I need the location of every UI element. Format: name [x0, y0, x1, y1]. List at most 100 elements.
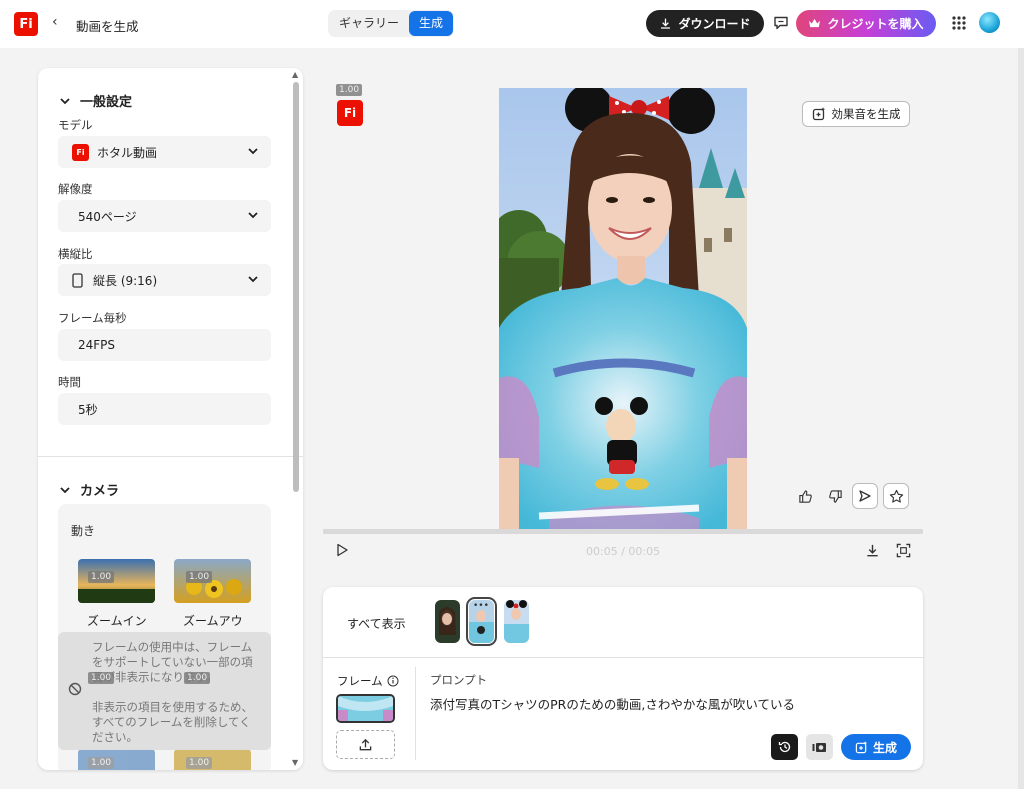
section-divider	[38, 456, 303, 457]
info-icon[interactable]	[387, 675, 399, 687]
tab-generate[interactable]: 生成	[409, 11, 454, 36]
model-label: モデル	[58, 118, 93, 132]
duration-value: 5秒	[78, 402, 98, 417]
buy-credits-label: クレジットを購入	[827, 17, 924, 31]
prompt-input[interactable]: 添付写真のTシャツのPRのための動画,さわやかな風が吹いている	[430, 694, 900, 713]
fps-value: 24FPS	[78, 338, 116, 352]
style-settings-button[interactable]	[806, 734, 833, 760]
share-button[interactable]	[852, 483, 878, 509]
video-time: 00:05 / 00:05	[586, 545, 660, 558]
general-settings-header[interactable]: 一般設定	[60, 91, 132, 110]
model-value: ホタル動画	[97, 145, 158, 160]
chevron-down-icon	[60, 486, 70, 493]
aspect-label: 横縦比	[58, 247, 93, 261]
camera-title: カメラ	[80, 484, 120, 499]
frame-image-thumbnail[interactable]	[336, 694, 395, 723]
fullscreen-icon[interactable]	[896, 543, 911, 558]
history-button[interactable]	[771, 734, 798, 760]
download-video-icon[interactable]	[865, 543, 880, 558]
time-separator: /	[617, 545, 629, 558]
video-progress-bar[interactable]	[323, 529, 923, 534]
generate-label: 生成	[872, 740, 897, 755]
back-chevron-icon[interactable]: ‹	[52, 14, 58, 30]
zoom-in-label: ズームイン	[87, 614, 147, 628]
film-icon	[812, 742, 826, 752]
sfx-label: 効果音を生成	[831, 107, 901, 121]
aspect-value: 縦長 (9:16)	[93, 273, 158, 288]
scroll-up-arrow[interactable]: ▲	[292, 70, 298, 79]
chevron-down-icon	[248, 276, 258, 283]
crown-icon	[809, 18, 821, 28]
resolution-label: 解像度	[58, 182, 93, 196]
aspect-select[interactable]: 縦長 (9:16)	[58, 264, 271, 296]
zoom-out-thumbnail[interactable]: 1.00	[174, 559, 251, 603]
generate-sound-effects-button[interactable]: 効果音を生成	[802, 101, 910, 127]
tooltip-text-1: フレームの使用中は、フレームをサポートしていない一部の項目が非表示になります。	[92, 640, 253, 684]
download-button[interactable]: ダウンロード	[646, 10, 764, 37]
zoom-out-label: ズームアウ	[183, 614, 243, 628]
favorite-button[interactable]	[883, 483, 909, 509]
model-select[interactable]: Fi ホタル動画	[58, 136, 271, 168]
frame-label: フレーム	[337, 674, 383, 688]
zoom-in-thumbnail[interactable]: 1.00	[78, 559, 155, 603]
panel-scrollbar-thumb[interactable]	[293, 82, 299, 492]
general-settings-title: 一般設定	[80, 95, 133, 110]
more-options-icon[interactable]: •••	[473, 601, 489, 611]
history-icon	[778, 741, 790, 753]
scroll-down-arrow[interactable]: ▼	[292, 758, 298, 767]
chevron-down-icon	[248, 212, 258, 219]
resolution-select[interactable]: 540ページ	[58, 200, 271, 232]
sparkle-add-icon	[812, 107, 824, 121]
play-icon[interactable]	[335, 543, 349, 557]
generate-button[interactable]: 生成	[841, 734, 911, 760]
camera-header[interactable]: カメラ	[60, 480, 119, 499]
version-badge: 1.00	[336, 84, 363, 96]
download-icon	[661, 18, 671, 29]
show-all-link[interactable]: すべて表示	[347, 615, 406, 632]
version-badge: 1.00	[88, 672, 115, 684]
generation-thumbnail[interactable]	[435, 600, 460, 643]
firefly-logo[interactable]: Fi	[14, 12, 38, 36]
card-divider-vertical	[415, 667, 416, 760]
version-badge: 1.00	[184, 672, 211, 684]
generation-thumbnail-selected[interactable]: •••	[466, 597, 497, 646]
buy-credits-button[interactable]: クレジットを購入	[796, 10, 936, 37]
duration-field[interactable]: 5秒	[58, 393, 271, 425]
user-avatar[interactable]	[979, 12, 1000, 33]
camera-thumbnail[interactable]: 1.00	[174, 749, 251, 770]
apps-grid-icon[interactable]	[951, 15, 967, 31]
version-badge: 1.00	[186, 571, 213, 583]
tooltip-text-2: 非表示の項目を使用するため、すべてのフレームを削除してください。	[92, 700, 253, 744]
firefly-model-icon: Fi	[72, 143, 89, 161]
thumbs-up-icon	[798, 489, 812, 503]
frames-notice-tooltip: フレームの使用中は、フレームをサポートしていない一部の項目が非表示になります。 …	[58, 632, 271, 750]
prohibited-icon	[68, 682, 82, 696]
page-title: 動画を生成	[76, 19, 139, 34]
thumbs-down-button[interactable]	[822, 483, 848, 509]
mode-switcher: ギャラリー 生成	[328, 10, 455, 37]
star-icon	[889, 489, 903, 503]
thumbs-down-icon	[828, 489, 842, 503]
firefly-model-badge: Fi	[337, 100, 363, 126]
top-bar: Fi ‹ 動画を生成 ギャラリー 生成 ダウンロード クレジットを購入	[0, 0, 1024, 48]
prompt-card: すべて表示 ••• フレーム プロンプト 添付写真のTシャツのPRのための動画,…	[323, 587, 923, 770]
version-badge: 1.00	[88, 757, 115, 769]
current-time: 00:05	[586, 545, 618, 558]
version-badge: 1.00	[88, 571, 115, 583]
fps-label: フレーム毎秒	[58, 311, 127, 325]
version-badge: 1.00	[186, 757, 213, 769]
send-icon	[859, 490, 871, 502]
frame-label-group: フレーム	[337, 673, 399, 689]
fps-field[interactable]: 24FPS	[58, 329, 271, 361]
thumbs-up-button[interactable]	[792, 483, 818, 509]
resolution-value: 540ページ	[78, 209, 137, 224]
generation-thumbnail[interactable]	[504, 600, 529, 643]
sparkle-add-icon	[855, 741, 867, 753]
feedback-chat-icon[interactable]	[772, 14, 790, 32]
upload-frame-button[interactable]	[336, 730, 395, 759]
card-divider	[323, 657, 923, 658]
portrait-phone-icon	[72, 272, 83, 288]
camera-thumbnail[interactable]: 1.00	[78, 749, 155, 770]
tab-gallery[interactable]: ギャラリー	[329, 11, 409, 36]
video-preview[interactable]	[499, 88, 747, 529]
